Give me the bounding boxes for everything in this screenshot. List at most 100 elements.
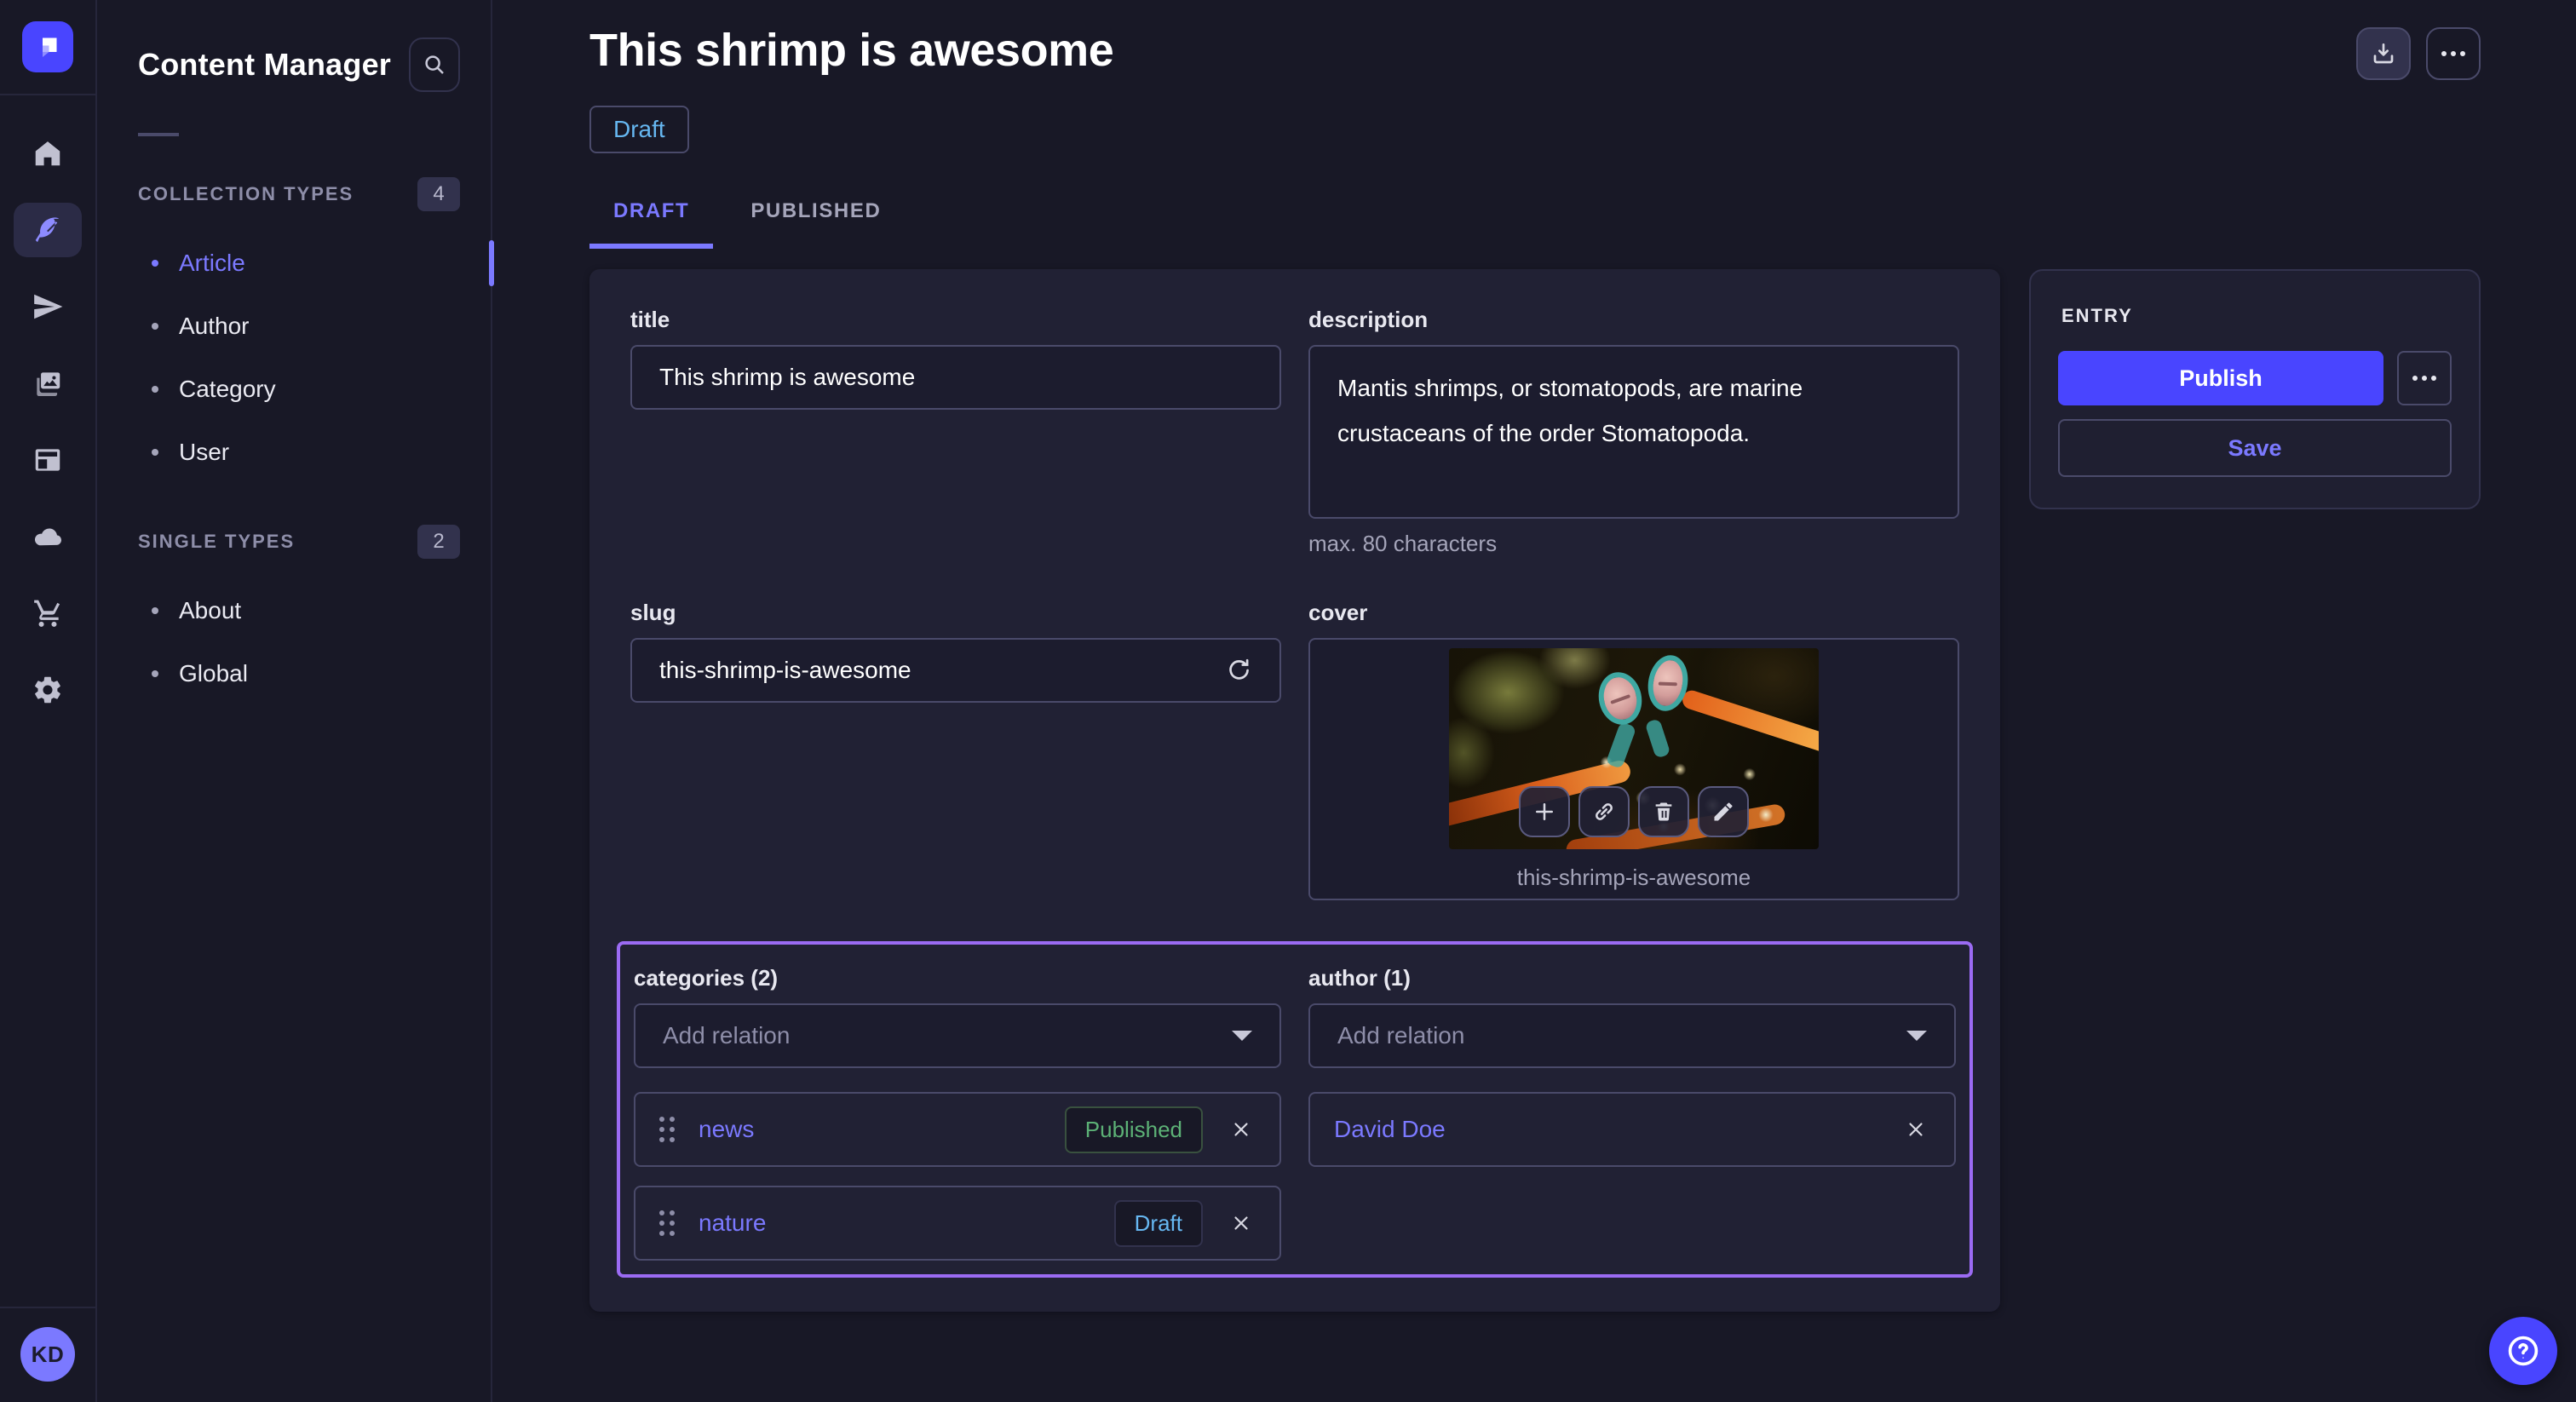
rail-nav-items (14, 95, 82, 717)
close-icon (1230, 1118, 1252, 1141)
field-label: title (630, 307, 1281, 333)
sidebar-item-label: Article (179, 250, 245, 277)
close-icon (1230, 1212, 1252, 1234)
sidebar-item-label: Category (179, 376, 276, 403)
sidebar-item-category[interactable]: Category (97, 358, 491, 421)
content-manager-subnav: Content Manager COLLECTION TYPES 4 Artic… (97, 0, 492, 1402)
relation-item-nature: nature Draft (634, 1186, 1281, 1261)
drag-handle-icon[interactable] (659, 1210, 675, 1236)
title-input[interactable] (659, 364, 1252, 391)
marketplace-icon[interactable] (14, 586, 82, 641)
author-relation-select[interactable]: Add relation (1308, 1003, 1956, 1068)
subnav-title: Content Manager (138, 47, 391, 83)
field-label: description (1308, 307, 1959, 333)
version-tabs: DRAFT PUBLISHED (589, 199, 2481, 249)
add-media-button[interactable] (1519, 786, 1570, 837)
page-title: This shrimp is awesome (589, 24, 1113, 77)
strapi-logo-glyph (32, 32, 63, 62)
section-label: COLLECTION TYPES (138, 183, 354, 205)
releases-icon[interactable] (14, 279, 82, 334)
remove-relation-button[interactable] (1227, 1209, 1256, 1238)
bullet-icon (152, 670, 158, 677)
sidebar-item-about[interactable]: About (97, 579, 491, 642)
media-library-icon[interactable] (14, 356, 82, 411)
trash-icon (1652, 800, 1676, 824)
relation-item-news: news Published (634, 1092, 1281, 1167)
relation-link[interactable]: news (699, 1116, 754, 1143)
home-icon[interactable] (14, 126, 82, 181)
content-manager-icon[interactable] (14, 203, 82, 257)
cover-field: cover (1308, 600, 1959, 900)
publish-button[interactable]: Publish (2058, 351, 2383, 405)
field-label: categories (2) (634, 965, 1281, 991)
categories-relation-select[interactable]: Add relation (634, 1003, 1281, 1068)
entry-panel: ENTRY Publish Save (2029, 269, 2481, 509)
more-icon (2412, 376, 2418, 381)
user-avatar[interactable]: KD (20, 1327, 75, 1382)
field-helper-text: max. 80 characters (1308, 531, 1959, 557)
collection-types-section: COLLECTION TYPES 4 Article Author Catego… (97, 177, 491, 484)
select-placeholder: Add relation (663, 1022, 790, 1049)
edit-icon (1711, 800, 1735, 824)
cover-action-bar (1519, 786, 1749, 837)
relations-highlight-box: categories (2) Add relation news Publish… (617, 941, 1973, 1278)
sidebar-item-article[interactable]: Article (97, 232, 491, 295)
help-button[interactable] (2489, 1317, 2557, 1385)
subnav-divider (138, 133, 179, 136)
cover-media-card: this-shrimp-is-awesome (1308, 638, 1959, 900)
close-icon (1905, 1118, 1927, 1141)
section-label: SINGLE TYPES (138, 531, 295, 553)
sidebar-item-label: About (179, 597, 241, 624)
main-content: This shrimp is awesome Draft DRAFT PUBLI… (492, 0, 2576, 1402)
download-button[interactable] (2356, 27, 2411, 80)
strapi-logo-icon[interactable] (22, 21, 73, 72)
download-icon (2370, 40, 2397, 67)
slug-input[interactable] (659, 657, 1211, 684)
copy-link-button[interactable] (1578, 786, 1630, 837)
bullet-icon (152, 449, 158, 456)
single-types-section: SINGLE TYPES 2 About Global (97, 525, 491, 705)
regenerate-icon[interactable] (1225, 657, 1252, 684)
content-type-builder-icon[interactable] (14, 433, 82, 487)
tab-draft[interactable]: DRAFT (589, 199, 713, 249)
field-label: cover (1308, 600, 1959, 626)
relation-link[interactable]: David Doe (1334, 1116, 1446, 1143)
link-icon (1591, 799, 1617, 825)
app-window: KD Content Manager COLLECTION TYPES 4 Ar… (0, 0, 2576, 1402)
remove-relation-button[interactable] (1901, 1115, 1930, 1144)
categories-field: categories (2) Add relation news Publish… (634, 965, 1281, 1261)
tab-published[interactable]: PUBLISHED (727, 199, 905, 249)
status-badge: Draft (589, 106, 689, 153)
description-textarea[interactable]: Mantis shrimps, or stomatopods, are mari… (1308, 345, 1959, 519)
drag-handle-icon[interactable] (659, 1117, 675, 1142)
remove-relation-button[interactable] (1227, 1115, 1256, 1144)
section-count-badge: 2 (417, 525, 460, 559)
chevron-down-icon (1906, 1031, 1927, 1041)
search-button[interactable] (409, 37, 460, 92)
sidebar-item-author[interactable]: Author (97, 295, 491, 358)
slug-field: slug (630, 600, 1281, 900)
relation-link[interactable]: nature (699, 1210, 766, 1237)
add-icon (1532, 799, 1557, 825)
main-nav-rail: KD (0, 0, 97, 1402)
rail-footer: KD (0, 1307, 95, 1402)
sidebar-item-label: Global (179, 660, 248, 687)
sidebar-item-user[interactable]: User (97, 421, 491, 484)
field-label: slug (630, 600, 1281, 626)
delete-media-button[interactable] (1638, 786, 1689, 837)
entry-more-button[interactable] (2397, 351, 2452, 405)
field-label: author (1) (1308, 965, 1956, 991)
header-actions (2356, 27, 2481, 80)
more-options-button[interactable] (2426, 27, 2481, 80)
edit-form-card: title description Mantis shrimps, or sto… (589, 269, 2000, 1312)
sidebar-item-label: Author (179, 313, 250, 340)
deploy-icon[interactable] (14, 509, 82, 564)
logo-box (0, 0, 95, 95)
sidebar-item-global[interactable]: Global (97, 642, 491, 705)
settings-icon[interactable] (14, 663, 82, 717)
relation-item-david-doe: David Doe (1308, 1092, 1956, 1167)
edit-media-button[interactable] (1698, 786, 1749, 837)
cover-image (1449, 648, 1819, 849)
save-button[interactable]: Save (2058, 419, 2452, 477)
more-icon (2441, 51, 2465, 56)
